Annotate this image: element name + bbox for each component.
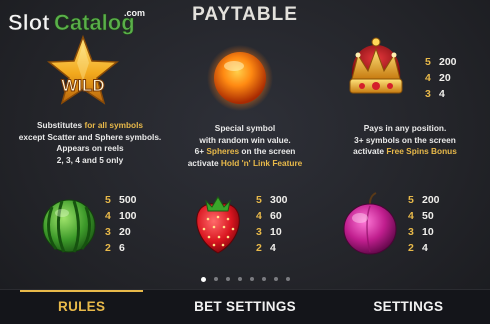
crown-paytable: 5 200 4 20 34: [425, 54, 457, 102]
pay-row: 3 20: [105, 226, 131, 238]
page-title: PAYTABLE: [192, 4, 298, 25]
pay-row: 3 10: [256, 226, 282, 238]
sphere-desc-highlight: Spheres: [206, 146, 240, 156]
page-dot[interactable]: [225, 277, 230, 281]
plum-icon: [340, 192, 400, 261]
bottom-tab-bar: RULES BET SETTINGS SETTINGS: [0, 289, 490, 324]
page-dot[interactable]: [249, 277, 254, 281]
wild-desc-line: except Scatter and Sphere symbols.: [18, 131, 162, 142]
pay-row: 4 60: [256, 210, 282, 222]
pay-row: 34: [425, 88, 445, 100]
paytable-screen: Slot Catalog .com PAYTABLE WILD Substitu…: [0, 0, 490, 324]
pay-row: 5 200: [408, 194, 440, 206]
crown-desc-highlight: Free Spins Bonus: [386, 146, 457, 156]
pay-row: 5 300: [256, 194, 288, 206]
crown-desc-line: Pays in any position.: [363, 123, 447, 133]
tab-rules[interactable]: RULES: [0, 290, 163, 324]
strawberry-paytable: 5 300 4 60 3 10 24: [256, 192, 288, 256]
page-dot[interactable]: [200, 276, 206, 282]
page-dot[interactable]: [273, 277, 278, 281]
wild-desc-text: Substitutes: [36, 120, 85, 130]
sphere-desc-line: with random win value.: [199, 134, 291, 145]
watermelon-icon: [40, 193, 98, 260]
pay-row: 3 10: [408, 226, 434, 238]
pay-row: 4 50: [408, 210, 434, 222]
wild-desc-highlight: for all symbols: [84, 120, 144, 130]
pay-row: 24: [256, 242, 276, 254]
page-indicator: [0, 276, 490, 282]
tab-bet-settings[interactable]: BET SETTINGS: [163, 290, 326, 324]
sphere-icon: [206, 44, 274, 117]
sphere-desc-text: activate: [187, 157, 221, 168]
sphere-desc-text: 6+: [194, 146, 207, 156]
sphere-desc-highlight: Hold 'n' Link Feature: [220, 157, 303, 168]
crown-description: Pays in any position. 3+ symbols on the …: [325, 123, 485, 158]
strawberry-icon: [190, 191, 246, 262]
pay-row: 26: [105, 242, 125, 254]
page-dot[interactable]: [285, 277, 290, 281]
pay-row: 4 20: [425, 72, 451, 84]
crown-desc-line: 3+ symbols on the screen: [354, 134, 456, 145]
sphere-description: Special symbol with random win value. 6+…: [160, 123, 330, 169]
wild-star-icon: WILD: [46, 34, 120, 112]
pay-row: 5 200: [425, 56, 457, 68]
page-dot[interactable]: [213, 277, 218, 281]
wild-desc-line: Appears on reels: [56, 143, 124, 153]
tab-settings[interactable]: SETTINGS: [327, 290, 490, 324]
wild-desc-line: 2, 3, 4 and 5 only: [56, 154, 124, 165]
page-dot[interactable]: [237, 277, 242, 281]
wild-label: WILD: [61, 76, 104, 95]
crown-icon: [340, 35, 412, 112]
wild-description: Substitutes for all symbols except Scatt…: [5, 120, 175, 166]
page-dot[interactable]: [261, 277, 266, 281]
sphere-desc-text: on the screen: [239, 146, 296, 156]
pay-row: 4 100: [105, 210, 137, 222]
pay-row: 24: [408, 242, 428, 254]
watermelon-paytable: 5 500 4 100 3 20 26: [105, 192, 137, 256]
crown-desc-text: activate: [353, 146, 387, 156]
sphere-desc-line: Special symbol: [214, 123, 276, 133]
pay-row: 5 500: [105, 194, 137, 206]
plum-paytable: 5 200 4 50 3 10 24: [408, 192, 440, 256]
